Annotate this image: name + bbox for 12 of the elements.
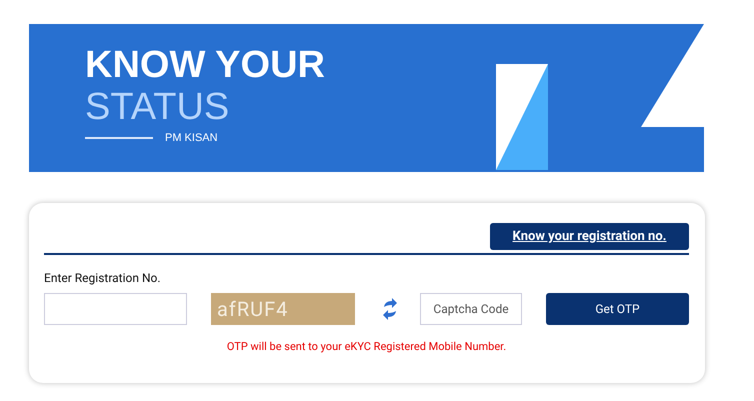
banner-title: STATUS: [85, 86, 230, 128]
get-otp-button[interactable]: Get OTP: [546, 293, 689, 325]
otp-note: OTP will be sent to your eKYC Registered Mobile Number.: [226, 340, 508, 353]
captcha-input-field[interactable]: Captcha Code: [420, 293, 522, 325]
captcha-image: afRUF4: [211, 293, 355, 325]
know-registration-button[interactable]: Know your registration no.: [490, 223, 689, 250]
registration-label: Enter Registration No.: [44, 271, 162, 285]
banner-title: KNOW YOUR: [85, 44, 326, 86]
registration-input-field[interactable]: [44, 293, 187, 325]
banner-subtitle: PM KISAN: [165, 132, 218, 144]
refresh-icon[interactable]: [382, 298, 398, 320]
corner-notch-icon: [641, 24, 704, 127]
